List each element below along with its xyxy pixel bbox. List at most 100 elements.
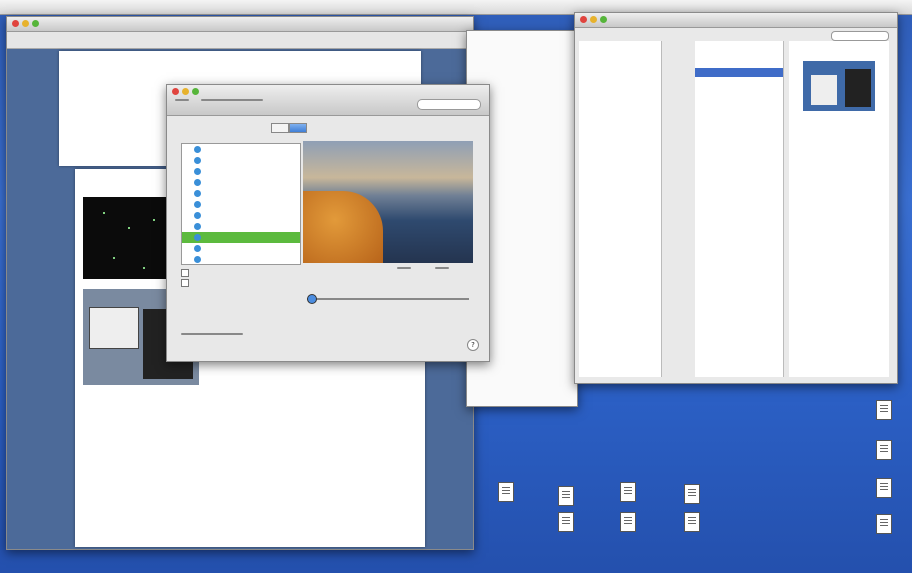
file-row[interactable] (579, 122, 661, 131)
desktop-icon[interactable] (538, 486, 594, 508)
file-row[interactable] (695, 50, 783, 59)
slider-knob[interactable] (307, 294, 317, 304)
list-item[interactable] (182, 243, 300, 254)
desktop-icon[interactable] (664, 484, 720, 506)
list-item[interactable] (182, 210, 300, 221)
preferences-tabs (271, 123, 307, 133)
document-icon (876, 400, 892, 420)
close-button[interactable] (580, 16, 587, 23)
screensaver-icon (194, 190, 201, 197)
file-row[interactable] (579, 77, 661, 86)
document-icon (620, 512, 636, 532)
browser-titlebar[interactable] (575, 13, 897, 28)
minimize-button[interactable] (22, 20, 29, 27)
tab-screen-saver[interactable] (289, 123, 307, 133)
desktop-icon[interactable] (856, 400, 912, 422)
desktop-icon[interactable] (600, 512, 656, 534)
document-icon (684, 484, 700, 504)
list-item[interactable] (182, 221, 300, 232)
desktop-icon[interactable] (600, 482, 656, 504)
list-item[interactable] (182, 188, 300, 199)
checkbox-1[interactable] (181, 269, 192, 277)
preview-image (303, 191, 383, 263)
file-row[interactable] (579, 95, 661, 104)
browser-window (574, 12, 898, 384)
document-icon (684, 512, 700, 532)
desktop-icon[interactable] (478, 482, 534, 504)
preferences-dialog: ? (166, 84, 490, 362)
file-row[interactable] (579, 59, 661, 68)
zoom-button[interactable] (192, 88, 199, 95)
zoom-button[interactable] (32, 20, 39, 27)
list-item[interactable] (182, 177, 300, 188)
file-row[interactable] (579, 158, 661, 167)
test-button[interactable] (435, 267, 449, 269)
screensaver-icon (194, 212, 201, 219)
screensaver-icon (194, 179, 201, 186)
checkbox-2[interactable] (181, 279, 192, 287)
close-button[interactable] (172, 88, 179, 95)
screensaver-icon (194, 223, 201, 230)
screensaver-list[interactable] (181, 143, 301, 265)
screensaver-icon (194, 157, 201, 164)
checkbox-box[interactable] (181, 269, 189, 277)
options-button[interactable] (397, 267, 411, 269)
screensaver-icon (194, 256, 201, 263)
file-row[interactable] (579, 104, 661, 113)
document-toolbar (7, 32, 473, 49)
minimize-button[interactable] (182, 88, 189, 95)
show-all-button[interactable] (201, 99, 263, 101)
desktop-icon[interactable] (664, 512, 720, 534)
desktop-icon[interactable] (856, 514, 912, 536)
list-item[interactable] (182, 166, 300, 177)
checkbox-box[interactable] (181, 279, 189, 287)
file-row[interactable] (579, 113, 661, 122)
screensaver-preview (303, 141, 473, 263)
list-item-selected[interactable] (182, 232, 300, 243)
desktop-icon[interactable] (856, 440, 912, 462)
slider-track (307, 298, 469, 300)
zoom-button[interactable] (600, 16, 607, 23)
document-icon (558, 512, 574, 532)
document-icon (498, 482, 514, 502)
screensaver-icon (194, 234, 201, 241)
document-icon (876, 514, 892, 534)
desktop-icon[interactable] (856, 478, 912, 500)
list-item[interactable] (182, 155, 300, 166)
file-row[interactable] (579, 149, 661, 158)
screensaver-icon (194, 168, 201, 175)
preview-thumbnail (803, 61, 875, 111)
browser-search-input[interactable] (831, 31, 889, 41)
start-after-slider[interactable] (303, 293, 473, 305)
screensaver-icon (194, 201, 201, 208)
file-row[interactable] (579, 50, 661, 59)
file-column-1[interactable] (579, 41, 662, 377)
document-titlebar[interactable] (7, 17, 473, 32)
file-column-2[interactable] (695, 41, 784, 377)
file-row[interactable] (695, 41, 783, 50)
list-item[interactable] (182, 199, 300, 210)
preview-column (789, 41, 889, 377)
screensaver-icon (194, 245, 201, 252)
preferences-search-input[interactable] (417, 99, 481, 110)
screenshot-dialog (89, 307, 139, 349)
file-row[interactable] (695, 59, 783, 68)
file-row[interactable] (579, 41, 661, 50)
help-button[interactable]: ? (467, 339, 479, 351)
hot-corners-button[interactable] (181, 333, 243, 335)
close-button[interactable] (12, 20, 19, 27)
file-row[interactable] (579, 131, 661, 140)
minimize-button[interactable] (590, 16, 597, 23)
back-button[interactable] (175, 99, 189, 101)
preferences-toolbar[interactable] (167, 85, 489, 116)
file-row-selected[interactable] (695, 68, 783, 77)
list-item[interactable] (182, 254, 300, 264)
file-row[interactable] (579, 68, 661, 77)
desktop-icon[interactable] (538, 512, 594, 534)
screensaver-icon (194, 146, 201, 153)
document-icon (558, 486, 574, 506)
tab-desktop[interactable] (271, 123, 289, 133)
file-row[interactable] (579, 140, 661, 149)
file-row[interactable] (579, 86, 661, 95)
list-item[interactable] (182, 144, 300, 155)
